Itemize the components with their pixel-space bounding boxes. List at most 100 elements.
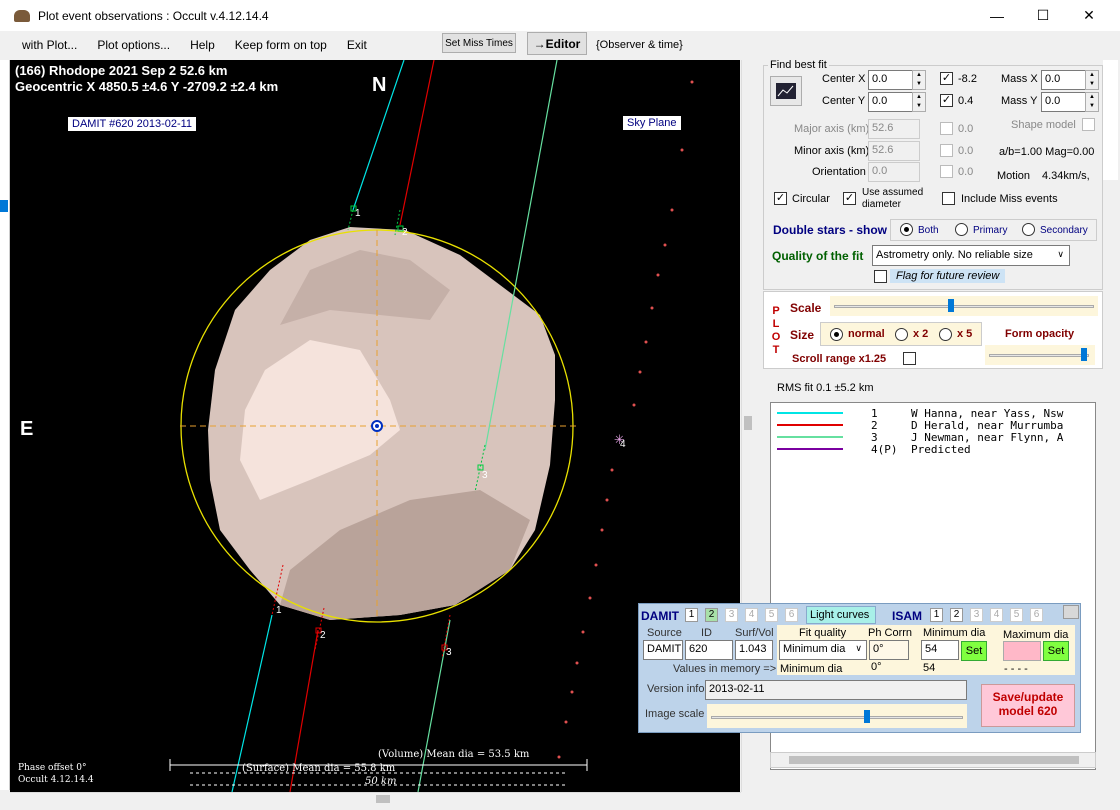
shape-model-label: Shape model xyxy=(1011,119,1076,131)
fix-y-checkbox[interactable]: ✓ xyxy=(940,94,953,107)
plot-canvas[interactable]: ✳ (166) Rhodope 2021 Sep 2 52.6 km Geoce… xyxy=(10,60,740,792)
orientation-checkbox[interactable] xyxy=(940,165,953,178)
isam-tab-1[interactable]: 1 xyxy=(930,608,943,622)
plot-horizontal-scrollbar[interactable] xyxy=(10,792,741,804)
set-miss-times-button[interactable]: Set Miss Times xyxy=(442,33,516,53)
version-info-field[interactable]: 2013-02-11 xyxy=(705,680,967,700)
fit-value-2: 0.4 xyxy=(958,95,974,107)
plot-title-line1: (166) Rhodope 2021 Sep 2 52.6 km xyxy=(15,63,228,78)
volume-dia-label: (Volume) Mean dia = 53.5 km xyxy=(378,749,530,760)
major-axis-input[interactable]: 52.6 xyxy=(868,119,920,139)
chord-label-2-bottom: 2 xyxy=(320,630,326,641)
center-y-input[interactable]: 0.0 xyxy=(868,92,913,112)
background-window-scrollbar[interactable] xyxy=(1103,60,1118,180)
major-axis-checkbox[interactable] xyxy=(940,122,953,135)
menu-plot-options[interactable]: Plot options... xyxy=(87,38,180,52)
source-field[interactable]: DAMIT xyxy=(643,640,683,660)
damit-tab-6[interactable]: 6 xyxy=(785,608,798,622)
isam-tab-2[interactable]: 2 xyxy=(950,608,963,622)
save-update-model-button[interactable]: Save/update model 620 xyxy=(981,684,1075,727)
surf-vol-field[interactable]: 1.043 xyxy=(735,640,773,660)
damit-tab-4[interactable]: 4 xyxy=(745,608,758,622)
min-dia-field[interactable]: 54 xyxy=(921,640,959,660)
mass-x-input[interactable]: 0.0 xyxy=(1041,70,1086,90)
close-button[interactable]: ✕ xyxy=(1066,0,1112,31)
size-normal-radio[interactable] xyxy=(830,328,843,341)
fit-quality-dropdown[interactable]: Minimum dia ∨ xyxy=(779,640,867,660)
circular-checkbox[interactable]: ✓ xyxy=(774,192,787,205)
set-min-dia-button[interactable]: Set xyxy=(961,641,987,661)
mass-x-label: Mass X xyxy=(1001,73,1038,85)
use-assumed-checkbox[interactable]: ✓ xyxy=(843,192,856,205)
secondary-label: Secondary xyxy=(1040,225,1088,236)
flag-review-checkbox[interactable] xyxy=(874,270,887,283)
scale-slider-thumb[interactable] xyxy=(948,299,955,312)
surface-dia-label: (Surface) Mean dia = 55.8 km xyxy=(242,763,396,774)
damit-tab-1[interactable]: 1 xyxy=(685,608,698,622)
shape-model-checkbox[interactable] xyxy=(1082,118,1095,131)
damit-tab-2[interactable]: 2 xyxy=(705,608,718,622)
scale-slider[interactable] xyxy=(830,296,1098,316)
damit-tab-3[interactable]: 3 xyxy=(725,608,738,622)
minor-axis-checkbox[interactable] xyxy=(940,144,953,157)
primary-radio[interactable] xyxy=(955,223,968,236)
opacity-slider[interactable] xyxy=(985,345,1095,365)
scroll-range-checkbox[interactable] xyxy=(903,352,916,365)
legend-scroll-thumb[interactable] xyxy=(789,756,1079,764)
legend-row: 4(P) Predicted xyxy=(771,442,971,456)
set-max-dia-button[interactable]: Set xyxy=(1043,641,1069,661)
mass-y-spinner[interactable]: ▲ ▼ xyxy=(1085,92,1099,112)
both-radio[interactable] xyxy=(900,223,913,236)
mass-y-input[interactable]: 0.0 xyxy=(1041,92,1086,112)
center-y-spinner[interactable]: ▲ ▼ xyxy=(912,92,926,112)
menu-help[interactable]: Help xyxy=(180,38,225,52)
image-scale-slider[interactable] xyxy=(707,704,967,728)
id-field[interactable]: 620 xyxy=(685,640,733,660)
image-scale-thumb[interactable] xyxy=(863,710,870,723)
center-x-input[interactable]: 0.0 xyxy=(868,70,913,90)
quality-dropdown[interactable]: Astrometry only. No reliable size ∨ xyxy=(872,245,1070,266)
isam-tab-4[interactable]: 4 xyxy=(990,608,1003,622)
light-curves-button[interactable]: Light curves xyxy=(806,606,876,624)
vertical-scroll-thumb[interactable] xyxy=(744,416,752,430)
minor-axis-label: Minor axis (km) xyxy=(794,145,870,157)
include-miss-checkbox[interactable] xyxy=(942,192,955,205)
center-x-spinner[interactable]: ▲ ▼ xyxy=(912,70,926,90)
close-panel-button[interactable] xyxy=(1063,605,1079,619)
horizontal-scroll-thumb[interactable] xyxy=(376,795,390,803)
damit-panel: DAMIT 1 2 3 4 5 6 Light curves ISAM 1 2 … xyxy=(638,603,1081,733)
menu-keep-on-top[interactable]: Keep form on top xyxy=(225,38,337,52)
size-x2-radio[interactable] xyxy=(895,328,908,341)
plot-letter-p: P xyxy=(772,305,780,317)
motion-label: Motion xyxy=(997,170,1031,182)
opacity-slider-thumb[interactable] xyxy=(1081,348,1088,361)
find-best-fit-legend: Find best fit xyxy=(768,59,829,71)
menu-exit[interactable]: Exit xyxy=(337,38,377,52)
legend-row: 1W Hanna, near Yass, Nsw xyxy=(771,407,1063,420)
best-fit-button[interactable] xyxy=(770,76,802,106)
isam-tab-3[interactable]: 3 xyxy=(970,608,983,622)
isam-tab-5[interactable]: 5 xyxy=(1010,608,1023,622)
form-opacity-label: Form opacity xyxy=(1005,328,1075,340)
max-dia-field[interactable] xyxy=(1003,641,1041,661)
mass-x-spinner[interactable]: ▲ ▼ xyxy=(1085,70,1099,90)
editor-button[interactable]: →Editor xyxy=(527,32,587,55)
legend-horizontal-scrollbar[interactable] xyxy=(770,752,1096,768)
major-axis-value: 0.0 xyxy=(958,123,974,135)
isam-tab-6[interactable]: 6 xyxy=(1030,608,1043,622)
damit-tab-5[interactable]: 5 xyxy=(765,608,778,622)
max-dia-label: Maximum dia xyxy=(1003,629,1069,641)
maximize-button[interactable]: ☐ xyxy=(1020,0,1066,31)
legend-num: 4(P) xyxy=(871,442,898,456)
minor-axis-input[interactable]: 52.6 xyxy=(868,141,920,161)
size-x5-radio[interactable] xyxy=(939,328,952,341)
chevron-down-icon: ∨ xyxy=(1057,249,1064,259)
scale-label: Scale xyxy=(790,301,822,315)
orientation-input[interactable]: 0.0 xyxy=(868,162,920,182)
fix-x-checkbox[interactable]: ✓ xyxy=(940,72,953,85)
menu-with-plot[interactable]: with Plot... xyxy=(0,38,87,52)
secondary-radio[interactable] xyxy=(1022,223,1035,236)
minimize-button[interactable]: — xyxy=(974,0,1020,31)
ph-corr-field[interactable]: 0° xyxy=(869,640,909,660)
ab-mag-label: a/b=1.00 Mag=0.00 xyxy=(999,146,1095,158)
